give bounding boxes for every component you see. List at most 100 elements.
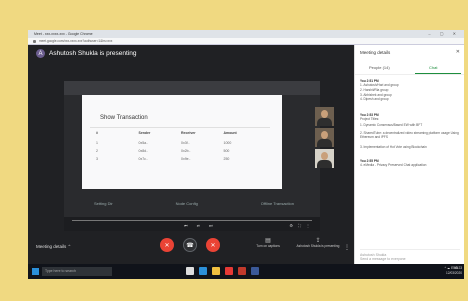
message-line: 4. eMedia - Privacy Preserved Chat appli… [360, 163, 427, 168]
clock[interactable]: 18:23 12/03/2020 [440, 266, 462, 275]
table-cell: 0x9e.. [181, 157, 191, 161]
edge-icon[interactable] [199, 267, 207, 275]
video-controls: ⏮ ⏯ ⏭ ⚙ ⛶ ⋮ [64, 217, 320, 231]
camera-button[interactable]: ✕ [206, 238, 220, 252]
presenting-label: Ashutosh Shukla is presenting [296, 244, 340, 248]
table-cell: 1 [96, 141, 98, 145]
table-cell: 1000 [223, 141, 232, 145]
shared-label: Offline Transaction [260, 201, 294, 206]
table-header-cell: Amount [223, 131, 237, 135]
table-cell: 0x2b.. [181, 149, 191, 153]
message-line: 2. Harshit/Ria group [360, 87, 389, 92]
table-row: 2 0x8d.. 0x2b.. 500 [96, 149, 266, 153]
table-cell: 2 [96, 149, 98, 153]
table-cell: 0x8d.. [138, 149, 149, 153]
lock-icon [33, 39, 36, 43]
side-panel-title: Meeting details [360, 50, 391, 55]
mic-button[interactable]: ✕ [160, 238, 174, 252]
shared-browser-band [64, 81, 320, 95]
address-bar[interactable]: meet.google.com/xxx-xxxx-xxx?authuser=1&… [28, 38, 464, 45]
close-icon[interactable]: ✕ [456, 49, 460, 55]
start-button[interactable] [32, 268, 39, 275]
participant-video-tile[interactable] [315, 107, 334, 126]
meeting-details-button[interactable]: Meeting details ⌃ [36, 244, 71, 250]
chat-message: 2. SharedTube: a decentralized video str… [360, 131, 460, 140]
present-icon: ⇪ [315, 238, 321, 244]
app-icon[interactable] [238, 267, 246, 275]
avatar: A [36, 49, 45, 58]
shared-label: Node Config [175, 201, 198, 206]
message-line: 2. SharedTube: a decentralized video str… [360, 131, 459, 140]
window-title: Meet - xxx-xxxx-xxx - Google Chrome [34, 32, 93, 36]
taskbar-apps [186, 267, 259, 275]
table-cell: 500 [223, 149, 230, 153]
shared-label: Setting Dir [94, 201, 113, 206]
taskbar-search[interactable]: Type here to search [42, 267, 112, 276]
divider [90, 127, 270, 128]
table-row: 3 0x7c.. 0x9e.. 250 [96, 157, 266, 161]
table-cell: 0x7c.. [138, 157, 148, 161]
table-header: # Sender Receiver Amount [96, 131, 266, 135]
message-line: 3. Implementation of Hot Vote using Bloc… [360, 145, 427, 149]
shared-bottom-labels: Setting Dir Node Config Offline Transact… [94, 201, 294, 206]
captions-icon: ▤ [265, 238, 271, 244]
file-explorer-icon[interactable] [212, 267, 220, 275]
table-header-cell: # [96, 131, 98, 135]
chat-compose-field[interactable]: Ashutosh Shukla Send a message to everyo… [360, 249, 460, 261]
shared-document: Show Transaction # Sender Receiver Amoun… [82, 95, 282, 189]
tab-chat[interactable]: Chat [429, 65, 437, 70]
playback-icons[interactable]: ⏮ ⏯ ⏭ [184, 223, 217, 228]
meeting-details-label: Meeting details [36, 244, 67, 249]
participant-video-tile[interactable] [315, 128, 334, 147]
captions-label: Turn on captions [256, 244, 280, 248]
tab-people[interactable]: People (14) [369, 65, 390, 70]
app-icon[interactable] [251, 267, 259, 275]
table-header-cell: Sender [138, 131, 151, 135]
chat-message: 3. Implementation of Hot Vote using Bloc… [360, 145, 460, 149]
windows-taskbar: Type here to search ^ ☁ ENG 18:23 12/03/… [28, 264, 464, 279]
window-titlebar: Meet - xxx-xxxx-xxx - Google Chrome – ▢ … [28, 30, 464, 38]
meet-stage: A Ashutosh Shukla is presenting Show Tra… [28, 45, 354, 247]
chrome-icon[interactable] [225, 267, 233, 275]
captions-button[interactable]: ▤ Turn on captions [248, 237, 288, 248]
window-controls[interactable]: – ▢ ✕ [428, 31, 460, 36]
chat-message: 3. Abhishek and group 4. Dipesh and grou… [360, 93, 460, 102]
presenter-text: Ashutosh Shukla is presenting [49, 50, 137, 57]
message-line: 4. Dipesh and group [360, 97, 389, 102]
table-row: 1 0x5a.. 0x3f.. 1000 [96, 141, 266, 145]
shared-doc-title: Show Transaction [100, 115, 148, 121]
task-view-icon[interactable] [186, 267, 194, 275]
participant-body [317, 118, 332, 126]
clock-date: 12/03/2020 [446, 270, 462, 275]
participant-body [317, 139, 332, 147]
message-line: Project Titles: [360, 117, 380, 122]
shared-screen: Show Transaction # Sender Receiver Amoun… [64, 81, 320, 231]
seek-bar[interactable] [72, 220, 312, 221]
chat-message: You 2:53 PM Project Titles: [360, 113, 460, 122]
side-panel: Meeting details ✕ People (14) Chat You 2… [354, 45, 464, 264]
table-cell: 0x3f.. [181, 141, 190, 145]
video-settings-icons[interactable]: ⚙ ⛶ ⋮ [289, 223, 312, 228]
table-cell: 3 [96, 157, 98, 161]
chat-message: You 2:55 PM 4. eMedia - Privacy Preserve… [360, 159, 460, 168]
table-cell: 250 [223, 157, 230, 161]
hangup-button[interactable]: ☎ [183, 238, 197, 252]
presenting-button[interactable]: ⇪ Ashutosh Shukla is presenting [296, 237, 340, 248]
chat-message: 1. Dynamic Consensus/Based EW with BFT [360, 123, 460, 127]
chevron-up-icon: ⌃ [67, 244, 72, 249]
participant-face [321, 110, 328, 118]
desktop-screen: Meet - xxx-xxxx-xxx - Google Chrome – ▢ … [28, 30, 464, 279]
presenter-banner: A Ashutosh Shukla is presenting [36, 49, 136, 58]
more-options-icon[interactable]: ⋮ [344, 244, 350, 251]
participant-face [321, 131, 328, 139]
table-header-cell: Receiver [181, 131, 196, 135]
active-tab-indicator [415, 73, 461, 74]
message-line: 1. Dynamic Consensus/Based EW with BFT [360, 123, 423, 127]
url-text[interactable]: meet.google.com/xxx-xxxx-xxx?authuser=1&… [39, 39, 112, 43]
participant-video-tile[interactable] [315, 149, 334, 168]
table-cell: 0x5a.. [138, 141, 149, 145]
side-panel-tabs: People (14) Chat [355, 63, 464, 75]
meeting-controls: Meeting details ⌃ ✕ ☎ ✕ ▤ Turn on captio… [28, 232, 354, 264]
participant-body [317, 160, 332, 168]
compose-placeholder: Send a message to everyone [360, 257, 406, 261]
